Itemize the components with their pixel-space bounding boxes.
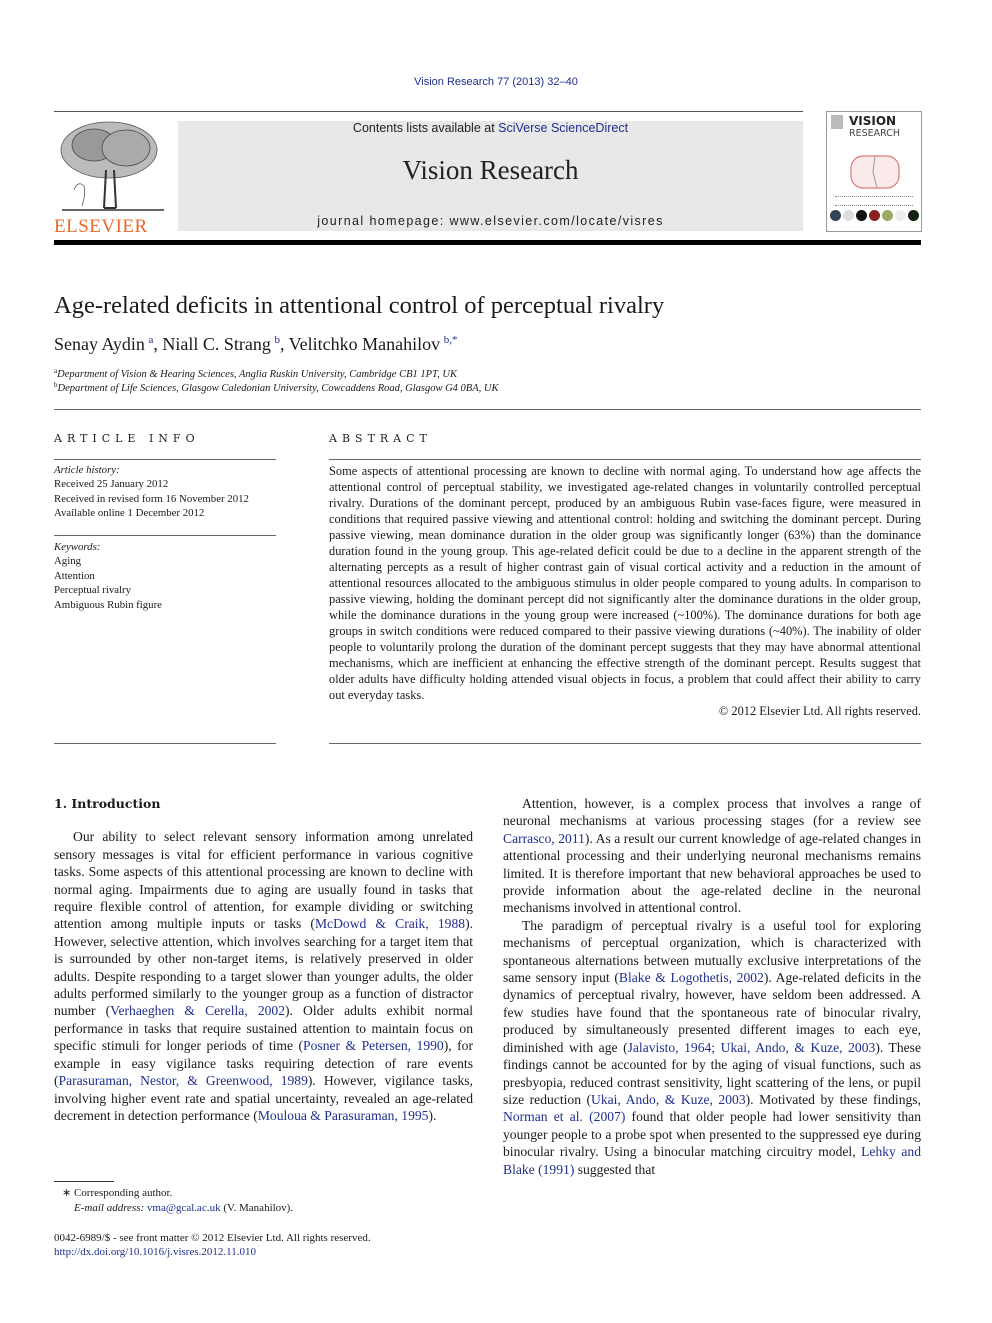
divider [329, 459, 921, 460]
citation-link[interactable]: Jalavisto, 1964; Ukai, Ando, & Kuze, 200… [628, 1040, 876, 1055]
front-matter: 0042-6989/$ - see front matter © 2012 El… [54, 1231, 371, 1259]
keyword: Ambiguous Rubin figure [54, 598, 162, 611]
affiliation-a: aDepartment of Vision & Hearing Sciences… [54, 367, 457, 380]
header-divider [54, 240, 921, 245]
cover-image-strip [830, 210, 919, 221]
abstract-heading: ABSTRACT [329, 432, 432, 445]
citation-link[interactable]: Posner & Petersen, 1990 [303, 1038, 444, 1053]
article-info-heading: ARTICLE INFO [54, 432, 200, 445]
paragraph: Our ability to select relevant sensory i… [54, 828, 473, 1124]
footnote-divider [54, 1181, 114, 1182]
divider [54, 743, 276, 744]
email-label: E-mail address: [74, 1202, 145, 1214]
journal-citation-link[interactable]: Vision Research 77 (2013) 32–40 [414, 76, 578, 88]
divider [54, 535, 276, 536]
sciencedirect-link[interactable]: SciVerse ScienceDirect [498, 121, 628, 135]
history-label: Article history: [54, 464, 120, 476]
contents-prefix: Contents lists available at [352, 121, 499, 135]
citation-link[interactable]: Ukai, Ando, & Kuze, 2003 [591, 1092, 746, 1107]
keyword: Attention [54, 569, 95, 582]
separator: , [279, 334, 289, 354]
keyword: Perceptual rivalry [54, 584, 132, 597]
section-heading: 1. Introduction [54, 796, 161, 811]
abstract-copyright: © 2012 Elsevier Ltd. All rights reserved… [718, 704, 921, 718]
abstract: Some aspects of attentional processing a… [329, 463, 921, 719]
article-history: Article history: Received 25 January 201… [54, 463, 279, 521]
front-matter-text: 0042-6989/$ - see front matter © 2012 El… [54, 1232, 371, 1244]
cover-title: VISION [849, 114, 897, 128]
body-text: ). [428, 1107, 437, 1123]
separator: , [153, 334, 163, 354]
elsevier-tree-icon [54, 120, 172, 214]
asterisk-icon: ∗ [62, 1187, 72, 1199]
divider [54, 459, 276, 460]
citation-link[interactable]: Parasuraman, Nestor, & Greenwood, 1989 [59, 1073, 308, 1088]
article-title: Age-related deficits in attentional cont… [54, 292, 665, 319]
doi-link[interactable]: http://dx.doi.org/10.1016/j.visres.2012.… [54, 1245, 371, 1259]
body-text: suggested that [574, 1161, 656, 1177]
citation-link[interactable]: Verhaeghen & Cerella, 2002 [110, 1003, 285, 1018]
abstract-text: Some aspects of attentional processing a… [329, 464, 921, 702]
citation-link[interactable]: Blake & Logothetis, 2002 [619, 970, 764, 985]
contents-line: Contents lists available at SciVerse Sci… [178, 121, 803, 135]
citation-link[interactable]: Carrasco, 2011 [503, 831, 585, 846]
journal-title: Vision Research [402, 155, 579, 185]
right-column: Attention, however, is a complex process… [503, 795, 921, 1178]
email-owner: (V. Manahilov). [223, 1202, 294, 1214]
history-received: Received 25 January 2012 [54, 478, 169, 491]
affiliation-text: Department of Life Sciences, Glasgow Cal… [57, 383, 499, 394]
citation-link[interactable]: McDowd & Craik, 1988 [315, 916, 465, 931]
divider [54, 111, 803, 112]
publisher-name: ELSEVIER [54, 216, 148, 237]
journal-banner: Contents lists available at SciVerse Sci… [178, 121, 803, 231]
paragraph: The paradigm of perceptual rivalry is a … [503, 917, 921, 1178]
affiliation-b: bDepartment of Life Sciences, Glasgow Ca… [54, 381, 498, 394]
author-name: Senay Aydin [54, 334, 145, 354]
author-name: Velitchko Manahilov [288, 334, 441, 354]
history-revised: Received in revised form 16 November 201… [54, 492, 249, 505]
keyword: Aging [54, 555, 81, 568]
left-column: 1. Introduction Our ability to select re… [54, 795, 473, 1124]
journal-homepage-link[interactable]: journal homepage: www.elsevier.com/locat… [178, 214, 803, 228]
journal-cover-thumbnail[interactable]: VISION RESEARCH [826, 111, 922, 232]
footnote-corresponding: ∗ Corresponding author. E-mail address: … [62, 1186, 293, 1216]
citation-link[interactable]: Norman et al. (2007) [503, 1109, 625, 1124]
author-name: Niall C. Strang [162, 334, 271, 354]
cover-publisher-icon [831, 115, 843, 129]
cover-subtitle: RESEARCH [849, 128, 901, 139]
divider [54, 409, 921, 410]
body-text: ). Motivated by these findings, [745, 1091, 921, 1107]
divider [329, 743, 921, 744]
body-text: Attention, however, is a complex process… [503, 796, 921, 829]
citation-link[interactable]: Mouloua & Parasuraman, 1995 [258, 1108, 429, 1123]
keywords-label: Keywords: [54, 541, 101, 553]
footnote-text: Corresponding author. [73, 1187, 173, 1199]
author-list: Senay Aydin a, Niall C. Strang b, Velitc… [54, 334, 457, 355]
email-link[interactable]: vma@gcal.ac.uk [147, 1202, 221, 1214]
affiliation-text: Department of Vision & Hearing Sciences,… [57, 369, 457, 380]
paragraph: Attention, however, is a complex process… [503, 795, 921, 917]
elsevier-logo[interactable]: ELSEVIER [54, 120, 172, 237]
keywords: Keywords: Aging Attention Perceptual riv… [54, 540, 279, 612]
history-online: Available online 1 December 2012 [54, 507, 205, 520]
author-affiliation-link[interactable]: b,* [444, 334, 458, 346]
cover-text-lines [835, 196, 913, 206]
cover-figure-icon [850, 155, 900, 189]
running-head[interactable]: Vision Research 77 (2013) 32–40 [0, 76, 992, 88]
